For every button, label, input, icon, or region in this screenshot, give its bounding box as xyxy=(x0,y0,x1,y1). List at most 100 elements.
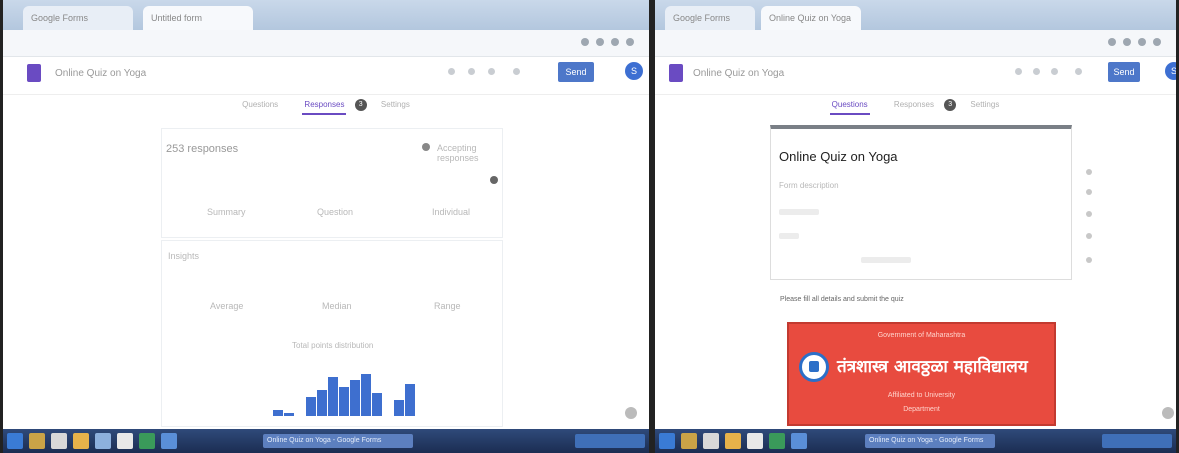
tab-responses-label: Responses xyxy=(304,100,345,109)
forms-icon[interactable] xyxy=(27,64,41,82)
banner-top-text: Government of Maharashtra xyxy=(877,332,966,339)
responses-count-badge: 3 xyxy=(354,98,367,111)
tab-untitled-form[interactable]: Untitled form xyxy=(143,6,253,30)
accepting-toggle[interactable]: Accepting responses xyxy=(437,143,502,163)
histogram-bar xyxy=(339,387,349,416)
avatar[interactable]: S xyxy=(1165,62,1176,80)
sheets-icon[interactable] xyxy=(422,143,430,151)
folder-icon[interactable] xyxy=(73,433,89,449)
tab-questions[interactable]: Questions xyxy=(829,96,870,115)
settings-icon[interactable] xyxy=(1051,68,1058,75)
histogram-bar xyxy=(306,397,316,416)
settings-icon[interactable] xyxy=(488,68,495,75)
right-browser-window: Google Forms Online Quiz on Yoga Online … xyxy=(652,0,1179,453)
tab-questions[interactable]: Questions xyxy=(240,96,280,113)
palette-icon[interactable] xyxy=(448,68,455,75)
extension-icon[interactable] xyxy=(596,38,604,46)
left-browser-window: Google Forms Untitled form Online Quiz o… xyxy=(0,0,652,453)
extension-icon[interactable] xyxy=(1123,38,1131,46)
app-icon[interactable] xyxy=(51,433,67,449)
title-icon[interactable] xyxy=(1086,211,1092,217)
avatar[interactable]: S xyxy=(625,62,643,80)
stat-range: Range xyxy=(434,301,461,311)
more-icon[interactable] xyxy=(513,68,520,75)
start-icon[interactable] xyxy=(7,433,23,449)
tab-responses[interactable]: Responses xyxy=(302,96,347,115)
form-title[interactable]: Online Quiz on Yoga xyxy=(693,68,784,79)
palette-icon[interactable] xyxy=(1015,68,1022,75)
subtab-question[interactable]: Question xyxy=(317,207,353,217)
college-logo-icon xyxy=(799,352,829,382)
address-bar[interactable] xyxy=(655,30,1176,57)
star-icon[interactable] xyxy=(581,38,589,46)
url-field[interactable] xyxy=(705,36,992,50)
more-icon[interactable] xyxy=(490,176,498,184)
responses-summary-card: 253 responses Accepting responses Summar… xyxy=(161,128,503,238)
form-tabs: Questions Responses 3 Settings xyxy=(655,96,1176,118)
form-title[interactable]: Online Quiz on Yoga xyxy=(55,68,146,79)
image-icon[interactable] xyxy=(1086,233,1092,239)
chrome-icon[interactable] xyxy=(161,433,177,449)
quiz-header-card[interactable]: Online Quiz on Yoga Form description xyxy=(770,125,1092,280)
forms-icon[interactable] xyxy=(669,64,683,82)
taskbar-window-button[interactable]: Online Quiz on Yoga - Google Forms xyxy=(263,434,413,448)
send-button[interactable]: Send xyxy=(558,62,594,82)
eye-icon[interactable] xyxy=(1033,68,1040,75)
excel-icon[interactable] xyxy=(139,433,155,449)
add-question-icon[interactable] xyxy=(1086,169,1092,175)
forms-app-bar: Online Quiz on Yoga Send S xyxy=(3,56,649,95)
import-icon[interactable] xyxy=(1086,189,1092,195)
subtab-summary[interactable]: Summary xyxy=(207,207,246,217)
extension-icon[interactable] xyxy=(611,38,619,46)
taskbar-window-button[interactable]: Online Quiz on Yoga - Google Forms xyxy=(865,434,995,448)
forms-app-bar: Online Quiz on Yoga Send S xyxy=(655,56,1176,95)
send-button[interactable]: Send xyxy=(1108,62,1140,82)
question-line xyxy=(861,257,911,263)
star-icon[interactable] xyxy=(1108,38,1116,46)
folder-icon[interactable] xyxy=(725,433,741,449)
subtab-individual[interactable]: Individual xyxy=(432,207,470,217)
tab-google-forms[interactable]: Google Forms xyxy=(665,6,755,30)
more-icon[interactable] xyxy=(1075,68,1082,75)
word-icon[interactable] xyxy=(747,433,763,449)
quiz-instructions: Please fill all details and submit the q… xyxy=(780,296,904,303)
extension-icon[interactable] xyxy=(1138,38,1146,46)
banner-subtitle: Affiliated to University xyxy=(887,392,956,399)
start-icon[interactable] xyxy=(659,433,675,449)
tab-google-forms[interactable]: Google Forms xyxy=(23,6,133,30)
chrome-icon[interactable] xyxy=(791,433,807,449)
eye-icon[interactable] xyxy=(468,68,475,75)
banner-subtitle-2: Department xyxy=(903,406,940,413)
tab-online-quiz[interactable]: Online Quiz on Yoga xyxy=(761,6,861,30)
system-tray[interactable] xyxy=(1102,434,1172,448)
url-field[interactable] xyxy=(63,36,418,50)
app-icon[interactable] xyxy=(95,433,111,449)
section-icon[interactable] xyxy=(1086,257,1092,263)
explorer-icon[interactable] xyxy=(29,433,45,449)
histogram-bar xyxy=(405,384,415,416)
tab-settings[interactable]: Settings xyxy=(379,96,412,113)
excel-icon[interactable] xyxy=(769,433,785,449)
system-tray[interactable] xyxy=(575,434,645,448)
tab-settings[interactable]: Settings xyxy=(968,96,1001,113)
address-bar[interactable] xyxy=(3,30,649,57)
taskbar: Online Quiz on Yoga - Google Forms xyxy=(655,429,1176,453)
explorer-icon[interactable] xyxy=(681,433,697,449)
quiz-description[interactable]: Form description xyxy=(779,181,839,190)
menu-icon[interactable] xyxy=(1153,38,1161,46)
insights-label: Insights xyxy=(168,251,200,261)
help-icon[interactable] xyxy=(1162,407,1174,419)
banner-title: तंत्रशास्त्र आवठ्ठळा महाविद्यालय xyxy=(837,357,1028,377)
word-icon[interactable] xyxy=(117,433,133,449)
tab-responses[interactable]: Responses xyxy=(892,96,936,113)
histogram-bar xyxy=(328,377,338,416)
tab-bar: Google Forms Untitled form xyxy=(3,0,649,30)
app-icon[interactable] xyxy=(703,433,719,449)
histogram-bar xyxy=(350,380,360,416)
menu-icon[interactable] xyxy=(626,38,634,46)
tab-bar: Google Forms Online Quiz on Yoga xyxy=(655,0,1176,30)
histogram-bar xyxy=(273,410,283,416)
quiz-title[interactable]: Online Quiz on Yoga xyxy=(779,149,898,164)
responses-count-badge: 3 xyxy=(944,98,957,111)
help-icon[interactable] xyxy=(625,407,637,419)
